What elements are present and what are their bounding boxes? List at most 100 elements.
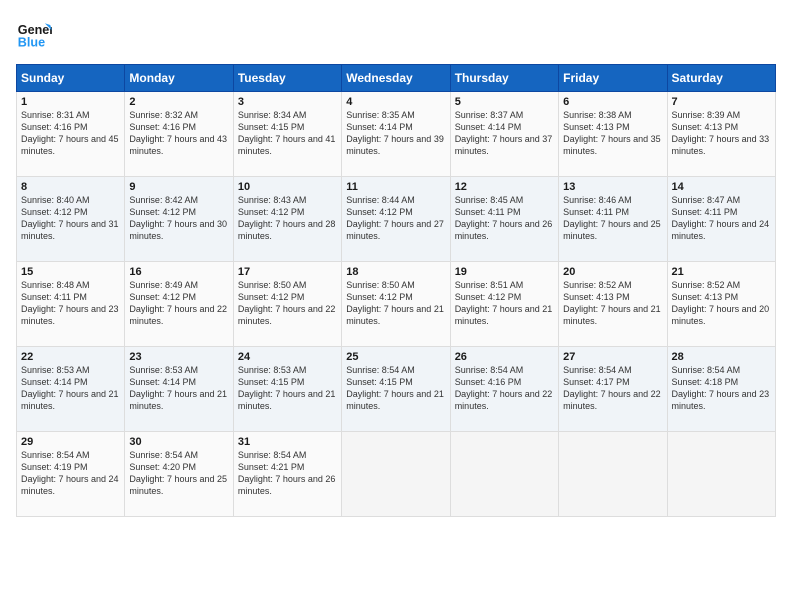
day-number: 3 xyxy=(238,96,337,108)
calendar-cell: 16 Sunrise: 8:49 AMSunset: 4:12 PMDaylig… xyxy=(125,262,233,347)
calendar-cell: 29 Sunrise: 8:54 AMSunset: 4:19 PMDaylig… xyxy=(17,432,125,517)
day-info: Sunrise: 8:44 AMSunset: 4:12 PMDaylight:… xyxy=(346,195,444,241)
calendar-cell: 24 Sunrise: 8:53 AMSunset: 4:15 PMDaylig… xyxy=(233,347,341,432)
day-info: Sunrise: 8:54 AMSunset: 4:19 PMDaylight:… xyxy=(21,450,119,496)
day-info: Sunrise: 8:37 AMSunset: 4:14 PMDaylight:… xyxy=(455,110,553,156)
day-number: 1 xyxy=(21,96,120,108)
day-number: 6 xyxy=(563,96,662,108)
day-info: Sunrise: 8:53 AMSunset: 4:14 PMDaylight:… xyxy=(129,365,227,411)
day-number: 24 xyxy=(238,351,337,363)
calendar-cell xyxy=(342,432,450,517)
calendar-cell: 9 Sunrise: 8:42 AMSunset: 4:12 PMDayligh… xyxy=(125,177,233,262)
day-number: 18 xyxy=(346,266,445,278)
day-info: Sunrise: 8:42 AMSunset: 4:12 PMDaylight:… xyxy=(129,195,227,241)
week-row-4: 22 Sunrise: 8:53 AMSunset: 4:14 PMDaylig… xyxy=(17,347,776,432)
day-number: 19 xyxy=(455,266,554,278)
day-info: Sunrise: 8:54 AMSunset: 4:18 PMDaylight:… xyxy=(672,365,770,411)
column-header-wednesday: Wednesday xyxy=(342,65,450,92)
day-number: 12 xyxy=(455,181,554,193)
day-info: Sunrise: 8:54 AMSunset: 4:16 PMDaylight:… xyxy=(455,365,553,411)
day-info: Sunrise: 8:50 AMSunset: 4:12 PMDaylight:… xyxy=(346,280,444,326)
logo: General Blue xyxy=(16,16,56,52)
day-number: 27 xyxy=(563,351,662,363)
calendar-cell: 26 Sunrise: 8:54 AMSunset: 4:16 PMDaylig… xyxy=(450,347,558,432)
day-info: Sunrise: 8:38 AMSunset: 4:13 PMDaylight:… xyxy=(563,110,661,156)
calendar-cell: 12 Sunrise: 8:45 AMSunset: 4:11 PMDaylig… xyxy=(450,177,558,262)
day-number: 7 xyxy=(672,96,771,108)
day-number: 21 xyxy=(672,266,771,278)
day-info: Sunrise: 8:35 AMSunset: 4:14 PMDaylight:… xyxy=(346,110,444,156)
week-row-2: 8 Sunrise: 8:40 AMSunset: 4:12 PMDayligh… xyxy=(17,177,776,262)
calendar-cell: 7 Sunrise: 8:39 AMSunset: 4:13 PMDayligh… xyxy=(667,92,775,177)
day-info: Sunrise: 8:46 AMSunset: 4:11 PMDaylight:… xyxy=(563,195,661,241)
day-info: Sunrise: 8:49 AMSunset: 4:12 PMDaylight:… xyxy=(129,280,227,326)
calendar-cell: 17 Sunrise: 8:50 AMSunset: 4:12 PMDaylig… xyxy=(233,262,341,347)
calendar-cell: 6 Sunrise: 8:38 AMSunset: 4:13 PMDayligh… xyxy=(559,92,667,177)
column-header-saturday: Saturday xyxy=(667,65,775,92)
calendar-cell: 5 Sunrise: 8:37 AMSunset: 4:14 PMDayligh… xyxy=(450,92,558,177)
day-number: 22 xyxy=(21,351,120,363)
calendar-cell: 13 Sunrise: 8:46 AMSunset: 4:11 PMDaylig… xyxy=(559,177,667,262)
column-header-friday: Friday xyxy=(559,65,667,92)
day-number: 23 xyxy=(129,351,228,363)
calendar-cell: 28 Sunrise: 8:54 AMSunset: 4:18 PMDaylig… xyxy=(667,347,775,432)
day-info: Sunrise: 8:53 AMSunset: 4:14 PMDaylight:… xyxy=(21,365,119,411)
svg-text:Blue: Blue xyxy=(18,36,45,50)
day-number: 31 xyxy=(238,436,337,448)
calendar-table: SundayMondayTuesdayWednesdayThursdayFrid… xyxy=(16,64,776,517)
calendar-cell xyxy=(667,432,775,517)
calendar-cell: 30 Sunrise: 8:54 AMSunset: 4:20 PMDaylig… xyxy=(125,432,233,517)
calendar-cell: 25 Sunrise: 8:54 AMSunset: 4:15 PMDaylig… xyxy=(342,347,450,432)
day-info: Sunrise: 8:53 AMSunset: 4:15 PMDaylight:… xyxy=(238,365,336,411)
logo-icon: General Blue xyxy=(16,16,52,52)
calendar-cell: 23 Sunrise: 8:53 AMSunset: 4:14 PMDaylig… xyxy=(125,347,233,432)
calendar-cell: 8 Sunrise: 8:40 AMSunset: 4:12 PMDayligh… xyxy=(17,177,125,262)
day-info: Sunrise: 8:48 AMSunset: 4:11 PMDaylight:… xyxy=(21,280,119,326)
day-number: 25 xyxy=(346,351,445,363)
day-info: Sunrise: 8:39 AMSunset: 4:13 PMDaylight:… xyxy=(672,110,770,156)
calendar-body: 1 Sunrise: 8:31 AMSunset: 4:16 PMDayligh… xyxy=(17,92,776,517)
column-header-sunday: Sunday xyxy=(17,65,125,92)
calendar-cell: 15 Sunrise: 8:48 AMSunset: 4:11 PMDaylig… xyxy=(17,262,125,347)
calendar-cell: 10 Sunrise: 8:43 AMSunset: 4:12 PMDaylig… xyxy=(233,177,341,262)
day-info: Sunrise: 8:40 AMSunset: 4:12 PMDaylight:… xyxy=(21,195,119,241)
day-info: Sunrise: 8:51 AMSunset: 4:12 PMDaylight:… xyxy=(455,280,553,326)
day-number: 2 xyxy=(129,96,228,108)
day-info: Sunrise: 8:52 AMSunset: 4:13 PMDaylight:… xyxy=(563,280,661,326)
day-info: Sunrise: 8:32 AMSunset: 4:16 PMDaylight:… xyxy=(129,110,227,156)
day-info: Sunrise: 8:54 AMSunset: 4:15 PMDaylight:… xyxy=(346,365,444,411)
calendar-cell xyxy=(559,432,667,517)
week-row-5: 29 Sunrise: 8:54 AMSunset: 4:19 PMDaylig… xyxy=(17,432,776,517)
calendar-cell: 1 Sunrise: 8:31 AMSunset: 4:16 PMDayligh… xyxy=(17,92,125,177)
day-number: 9 xyxy=(129,181,228,193)
calendar-cell: 22 Sunrise: 8:53 AMSunset: 4:14 PMDaylig… xyxy=(17,347,125,432)
day-info: Sunrise: 8:54 AMSunset: 4:21 PMDaylight:… xyxy=(238,450,336,496)
column-header-tuesday: Tuesday xyxy=(233,65,341,92)
calendar-cell xyxy=(450,432,558,517)
calendar-cell: 20 Sunrise: 8:52 AMSunset: 4:13 PMDaylig… xyxy=(559,262,667,347)
calendar-cell: 21 Sunrise: 8:52 AMSunset: 4:13 PMDaylig… xyxy=(667,262,775,347)
day-number: 5 xyxy=(455,96,554,108)
day-number: 15 xyxy=(21,266,120,278)
day-info: Sunrise: 8:54 AMSunset: 4:17 PMDaylight:… xyxy=(563,365,661,411)
day-info: Sunrise: 8:50 AMSunset: 4:12 PMDaylight:… xyxy=(238,280,336,326)
calendar-cell: 4 Sunrise: 8:35 AMSunset: 4:14 PMDayligh… xyxy=(342,92,450,177)
day-number: 8 xyxy=(21,181,120,193)
day-number: 29 xyxy=(21,436,120,448)
day-number: 20 xyxy=(563,266,662,278)
day-number: 10 xyxy=(238,181,337,193)
calendar-cell: 19 Sunrise: 8:51 AMSunset: 4:12 PMDaylig… xyxy=(450,262,558,347)
day-info: Sunrise: 8:52 AMSunset: 4:13 PMDaylight:… xyxy=(672,280,770,326)
day-number: 17 xyxy=(238,266,337,278)
day-number: 11 xyxy=(346,181,445,193)
day-info: Sunrise: 8:43 AMSunset: 4:12 PMDaylight:… xyxy=(238,195,336,241)
day-number: 14 xyxy=(672,181,771,193)
day-number: 4 xyxy=(346,96,445,108)
calendar-cell: 3 Sunrise: 8:34 AMSunset: 4:15 PMDayligh… xyxy=(233,92,341,177)
day-number: 26 xyxy=(455,351,554,363)
day-number: 28 xyxy=(672,351,771,363)
day-info: Sunrise: 8:54 AMSunset: 4:20 PMDaylight:… xyxy=(129,450,227,496)
calendar-cell: 2 Sunrise: 8:32 AMSunset: 4:16 PMDayligh… xyxy=(125,92,233,177)
calendar-cell: 31 Sunrise: 8:54 AMSunset: 4:21 PMDaylig… xyxy=(233,432,341,517)
column-header-thursday: Thursday xyxy=(450,65,558,92)
